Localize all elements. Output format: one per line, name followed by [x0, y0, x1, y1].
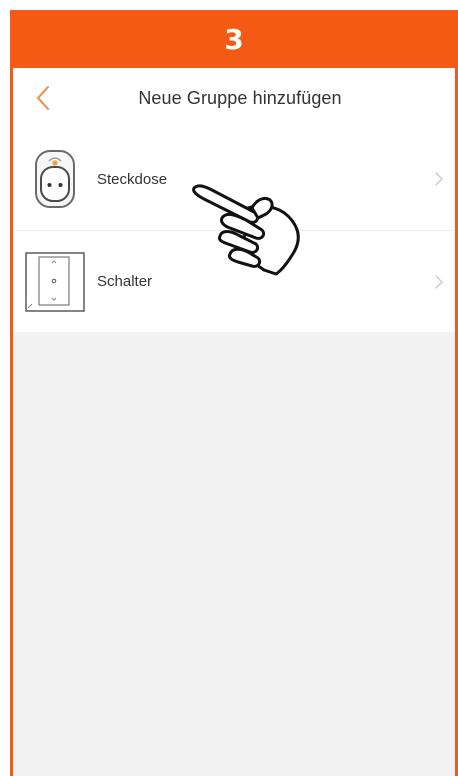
chevron-left-icon	[37, 86, 49, 110]
tutorial-frame: 3 Neue Gruppe hinzufügen Steckdose Schal…	[0, 0, 458, 776]
row-chevron	[433, 171, 445, 187]
row-icon-wrapper	[25, 251, 85, 313]
wall-switch-icon	[25, 251, 85, 312]
app-screen: Neue Gruppe hinzufügen Steckdose Schalte…	[13, 68, 455, 776]
step-number-banner: 3	[10, 10, 458, 68]
back-button[interactable]	[29, 82, 57, 114]
socket-plug-icon	[35, 150, 75, 208]
list-item-steckdose[interactable]: Steckdose	[13, 128, 455, 230]
device-type-list: Steckdose Schalter	[13, 128, 455, 332]
navigation-bar: Neue Gruppe hinzufügen	[13, 68, 455, 128]
chevron-right-icon	[435, 172, 443, 186]
row-chevron	[433, 274, 445, 290]
list-item-schalter[interactable]: Schalter	[13, 230, 455, 332]
chevron-right-icon	[435, 274, 443, 289]
row-icon-wrapper	[25, 148, 85, 210]
page-title: Neue Gruppe hinzufügen	[138, 87, 342, 108]
step-number: 3	[224, 22, 244, 56]
row-label: Steckdose	[97, 170, 168, 188]
row-label: Schalter	[97, 273, 153, 290]
